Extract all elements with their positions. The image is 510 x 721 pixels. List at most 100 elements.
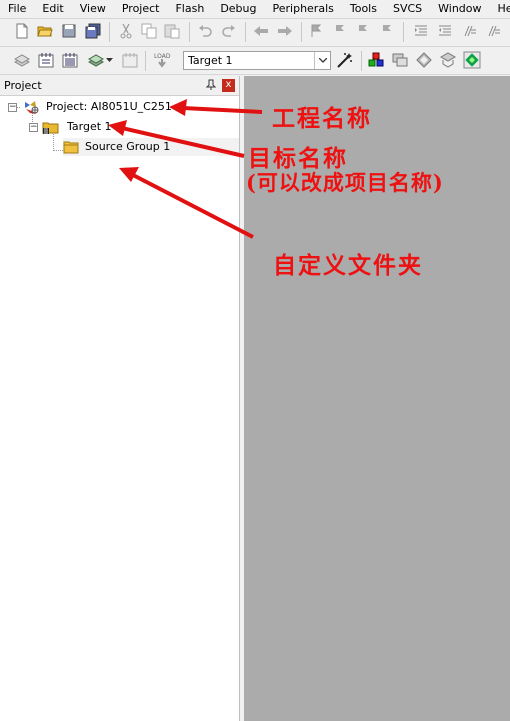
build-icon — [38, 53, 54, 68]
bookmark-next-button[interactable] — [354, 22, 372, 40]
packs-icon — [440, 52, 456, 68]
toolbar-divider — [0, 46, 510, 47]
new-file-button[interactable] — [13, 22, 31, 40]
toolbar-separator — [361, 51, 362, 71]
bookmark-toggle-button[interactable] — [307, 22, 325, 40]
unindent-button[interactable] — [436, 22, 454, 40]
annotation-project-name: 工程名称 — [272, 105, 372, 132]
file-extensions-button[interactable] — [391, 51, 409, 69]
manage-run-time-button[interactable] — [463, 51, 481, 69]
chevron-down-icon — [105, 57, 113, 62]
translate-button[interactable] — [13, 51, 31, 69]
bookmark-flag-icon — [311, 24, 322, 37]
toolbar-divider — [0, 74, 510, 75]
manage-project-items-button[interactable] — [367, 51, 385, 69]
select-packs-button[interactable] — [439, 51, 457, 69]
menu-edit[interactable]: Edit — [34, 0, 71, 17]
undo-icon — [199, 25, 212, 37]
project-panel-header: Project x — [0, 76, 239, 96]
rebuild-button[interactable] — [61, 51, 79, 69]
target-icon — [42, 119, 60, 141]
toolbar-separator — [245, 22, 246, 42]
collapse-toggle[interactable]: − — [29, 123, 38, 132]
bookmark-clear-button[interactable] — [378, 22, 396, 40]
stack-icon — [392, 53, 408, 67]
menu-window[interactable]: Window — [430, 0, 489, 17]
tree-row-target[interactable]: − Target 1 — [29, 118, 239, 136]
menu-svcs[interactable]: SVCS — [385, 0, 430, 17]
menu-debug[interactable]: Debug — [212, 0, 264, 17]
chevron-down-icon — [318, 58, 327, 63]
tree-row-source-group[interactable]: Source Group 1 — [63, 138, 239, 156]
target-select[interactable]: Target 1 — [183, 51, 331, 70]
redo-icon — [222, 25, 235, 37]
menu-bar: File Edit View Project Flash Debug Perip… — [0, 0, 510, 17]
save-button[interactable] — [60, 22, 78, 40]
project-panel: Project x − Project: AI8051U_C251 − Targ… — [0, 76, 240, 721]
toolbar-separator — [301, 22, 302, 42]
download-button[interactable]: LOAD — [151, 51, 173, 69]
open-file-button[interactable] — [36, 22, 54, 40]
source-group-label: Source Group 1 — [85, 140, 171, 153]
navigate-back-button[interactable] — [252, 22, 270, 40]
copy-button[interactable] — [140, 22, 158, 40]
run-time-environment-icon — [463, 51, 481, 69]
comment-icon — [464, 25, 476, 37]
uncomment-icon — [488, 25, 500, 37]
arrow-left-icon — [254, 26, 268, 36]
paste-icon — [164, 24, 180, 39]
target-options-button[interactable] — [336, 51, 354, 69]
menu-view[interactable]: View — [72, 0, 114, 17]
load-icon: LOAD — [154, 53, 171, 68]
annotation-custom-folder: 自定义文件夹 — [273, 252, 423, 279]
target-select-value: Target 1 — [188, 54, 233, 67]
copy-icon — [141, 23, 157, 39]
bookmark-prev-icon — [336, 25, 344, 37]
tree-row-project[interactable]: − Project: AI8051U_C251 — [8, 98, 238, 116]
menu-project[interactable]: Project — [114, 0, 168, 17]
folder-icon — [63, 140, 79, 160]
cut-button[interactable] — [117, 22, 135, 40]
redo-button[interactable] — [220, 22, 238, 40]
indent-icon — [415, 25, 427, 36]
target-select-dropdown[interactable] — [314, 52, 330, 69]
save-icon — [62, 24, 76, 38]
menu-file[interactable]: File — [0, 0, 34, 17]
navigate-forward-button[interactable] — [276, 22, 294, 40]
comment-button[interactable] — [460, 22, 478, 40]
pack-installer-button[interactable] — [415, 51, 433, 69]
load-icon-text: LOAD — [154, 53, 171, 60]
save-all-button[interactable] — [84, 22, 102, 40]
build-button[interactable] — [37, 51, 55, 69]
batch-build-dropdown[interactable] — [104, 51, 114, 69]
menu-peripherals[interactable]: Peripherals — [265, 0, 342, 17]
bookmark-prev-button[interactable] — [331, 22, 349, 40]
paste-button[interactable] — [163, 22, 181, 40]
batch-build-button[interactable] — [87, 51, 105, 69]
panel-close-button[interactable]: x — [222, 79, 235, 92]
toolbar-separator — [109, 22, 110, 42]
panel-title: Project — [4, 79, 42, 92]
arrow-right-icon — [278, 26, 292, 36]
stop-build-button[interactable] — [121, 51, 139, 69]
translate-icon — [14, 54, 30, 67]
toolbar-separator — [145, 51, 146, 71]
file-toolbar — [0, 19, 510, 45]
uncomment-button[interactable] — [484, 22, 502, 40]
pin-icon[interactable] — [205, 79, 217, 91]
batch-build-icon — [88, 54, 104, 67]
toolbar-separator — [189, 22, 190, 42]
toolbar-separator — [403, 22, 404, 42]
collapse-toggle[interactable]: − — [8, 103, 17, 112]
target-name-label: Target 1 — [67, 120, 112, 133]
tree-connector — [53, 150, 63, 151]
menu-tools[interactable]: Tools — [342, 0, 385, 17]
annotation-target-name-hint: (可以改成项目名称) — [246, 170, 444, 195]
menu-help[interactable]: Help — [490, 0, 510, 17]
save-all-icon — [85, 23, 101, 39]
bookmark-next-icon — [359, 25, 367, 37]
menu-flash[interactable]: Flash — [167, 0, 212, 17]
indent-button[interactable] — [412, 22, 430, 40]
undo-button[interactable] — [196, 22, 214, 40]
unindent-icon — [439, 25, 451, 36]
